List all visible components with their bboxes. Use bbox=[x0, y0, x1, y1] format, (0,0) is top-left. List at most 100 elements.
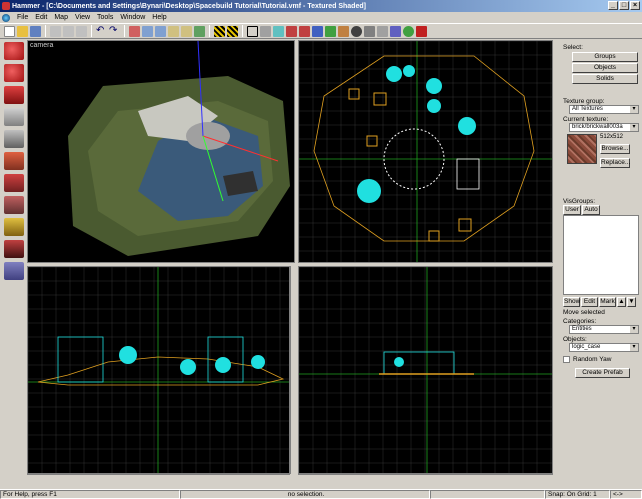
menu-view[interactable]: View bbox=[75, 14, 90, 21]
clipper-icon[interactable] bbox=[260, 25, 271, 37]
maximize-button[interactable]: □ bbox=[619, 1, 629, 10]
camera-3d-scene bbox=[68, 41, 290, 256]
objects-label: Objects: bbox=[563, 336, 587, 343]
nav-arrows: <-> bbox=[610, 490, 642, 499]
brush-box-2 bbox=[373, 92, 387, 106]
texture-group-select[interactable]: All Textures bbox=[569, 105, 639, 114]
top-grid bbox=[299, 41, 552, 262]
app-icon[interactable] bbox=[2, 2, 10, 10]
cut-icon[interactable] bbox=[50, 25, 61, 37]
save-icon[interactable] bbox=[30, 25, 41, 37]
front-hscrollbar[interactable] bbox=[27, 474, 290, 481]
status-bar: For Help, press F1 no selection. Snap: O… bbox=[0, 489, 642, 499]
selection-box-icon[interactable] bbox=[247, 25, 258, 37]
front-scrollbar[interactable] bbox=[290, 266, 297, 474]
texture-app-icon[interactable] bbox=[3, 152, 24, 170]
carve-icon[interactable] bbox=[129, 25, 140, 37]
overlay-icon[interactable] bbox=[312, 25, 323, 37]
texture-preview bbox=[567, 134, 597, 164]
top-viewport[interactable] bbox=[298, 40, 553, 263]
new-file-icon[interactable] bbox=[4, 25, 15, 37]
entity-tool-icon[interactable] bbox=[3, 108, 24, 126]
visgroups-label: VisGroups: bbox=[563, 198, 596, 205]
menu-window[interactable]: Window bbox=[120, 14, 145, 21]
globe-icon[interactable] bbox=[2, 13, 10, 22]
minimize-button[interactable]: _ bbox=[608, 1, 618, 10]
run-map-icon[interactable] bbox=[338, 25, 349, 37]
mark-button[interactable]: Mark bbox=[599, 297, 616, 307]
front-viewport[interactable] bbox=[27, 266, 290, 474]
hide-icon[interactable] bbox=[168, 25, 179, 37]
snap-status: Snap: On Grid: 1 bbox=[545, 490, 610, 499]
solids-button[interactable]: Solids bbox=[572, 74, 638, 84]
categories-select[interactable]: Entities bbox=[569, 325, 639, 334]
selection-status: no selection. bbox=[180, 490, 430, 499]
open-folder-icon[interactable] bbox=[17, 25, 28, 37]
selection-tool-icon[interactable] bbox=[3, 42, 24, 60]
edit-button[interactable]: Edit bbox=[581, 297, 598, 307]
tab-auto[interactable]: Auto bbox=[582, 205, 600, 215]
close-button[interactable]: × bbox=[630, 1, 640, 10]
up-arrow-icon[interactable]: ▲ bbox=[617, 297, 626, 307]
show-button[interactable]: Show bbox=[563, 297, 580, 307]
tool-palette bbox=[0, 40, 27, 490]
side-viewport[interactable] bbox=[298, 266, 553, 474]
group-icon[interactable] bbox=[142, 25, 153, 37]
random-yaw-checkbox[interactable] bbox=[563, 356, 570, 363]
wireframe-icon[interactable] bbox=[351, 25, 362, 37]
decal-icon[interactable] bbox=[299, 25, 310, 37]
block-tool-icon[interactable] bbox=[3, 130, 24, 148]
replace-button[interactable]: Replace... bbox=[600, 158, 630, 168]
menu-map[interactable]: Map bbox=[54, 14, 68, 21]
grid-icon[interactable] bbox=[194, 25, 205, 37]
entity-tree-4 bbox=[427, 99, 441, 113]
magnify-tool-icon[interactable] bbox=[3, 64, 24, 82]
undo-icon[interactable]: ↶ bbox=[96, 25, 107, 37]
objects-select[interactable]: logic_case bbox=[569, 343, 639, 352]
down-arrow-icon[interactable]: ▼ bbox=[627, 297, 636, 307]
ungroup-icon[interactable] bbox=[155, 25, 166, 37]
textured-icon[interactable] bbox=[377, 25, 388, 37]
texture-size: 512x512 bbox=[600, 134, 624, 140]
camera-viewport[interactable]: camera bbox=[27, 40, 295, 263]
groups-button[interactable]: Groups bbox=[572, 52, 638, 62]
visgroups-list[interactable] bbox=[563, 215, 639, 295]
objects-button[interactable]: Objects bbox=[572, 63, 638, 73]
menu-help[interactable]: Help bbox=[152, 14, 166, 21]
paste-icon[interactable] bbox=[76, 25, 87, 37]
compile-icon[interactable] bbox=[416, 25, 427, 37]
tab-user[interactable]: User bbox=[563, 205, 581, 215]
vertex-manip-icon[interactable] bbox=[3, 262, 24, 280]
circular-platform bbox=[186, 122, 230, 150]
vertex-tool-icon[interactable] bbox=[273, 25, 284, 37]
texture-scale-lock-icon[interactable] bbox=[227, 25, 238, 37]
redo-icon[interactable]: ↷ bbox=[109, 25, 120, 37]
front-tree-1 bbox=[119, 346, 137, 364]
path-icon[interactable] bbox=[325, 25, 336, 37]
menu-tools[interactable]: Tools bbox=[97, 14, 113, 21]
front-tree-3 bbox=[215, 357, 231, 373]
create-prefab-button[interactable]: Create Prefab bbox=[575, 368, 630, 378]
side-hscrollbar[interactable] bbox=[298, 474, 553, 481]
texture-lock-icon[interactable] bbox=[214, 25, 225, 37]
menu-file[interactable]: File bbox=[17, 14, 28, 21]
camera-tool-icon[interactable] bbox=[3, 86, 24, 104]
blank-status bbox=[430, 490, 545, 499]
copy-icon[interactable] bbox=[63, 25, 74, 37]
random-yaw-label: Random Yaw bbox=[573, 356, 612, 363]
leaf-icon[interactable] bbox=[403, 25, 414, 37]
overlay-tool-icon[interactable] bbox=[3, 218, 24, 236]
menu-edit[interactable]: Edit bbox=[35, 14, 47, 21]
unhide-icon[interactable] bbox=[181, 25, 192, 37]
top-scrollbar[interactable] bbox=[552, 40, 559, 263]
side-scrollbar[interactable] bbox=[552, 266, 559, 474]
cordon-icon[interactable] bbox=[390, 25, 401, 37]
browse-button[interactable]: Browse... bbox=[600, 144, 630, 154]
entity-icon[interactable] bbox=[286, 25, 297, 37]
flat-shaded-icon[interactable] bbox=[364, 25, 375, 37]
apply-texture-icon[interactable] bbox=[3, 174, 24, 192]
grid-lines bbox=[28, 267, 289, 473]
current-texture-select[interactable]: brick/brickwall003a bbox=[569, 123, 639, 132]
decal-tool-icon[interactable] bbox=[3, 196, 24, 214]
clip-tool-icon[interactable] bbox=[3, 240, 24, 258]
